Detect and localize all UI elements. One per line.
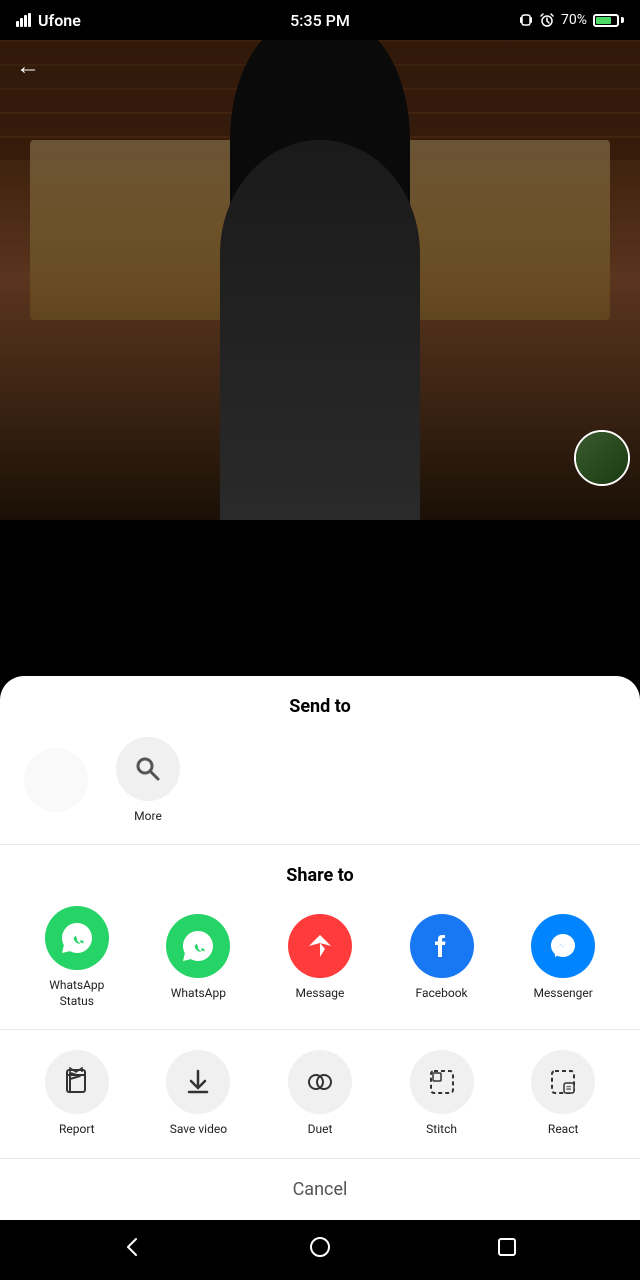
video-background bbox=[0, 40, 640, 520]
android-nav-bar bbox=[0, 1220, 640, 1280]
whatsapp-status-icon bbox=[45, 906, 109, 970]
save-video-label: Save video bbox=[170, 1122, 227, 1138]
message-icon bbox=[288, 914, 352, 978]
whatsapp-status-label: WhatsAppStatus bbox=[49, 978, 104, 1009]
status-icons: 70% bbox=[519, 12, 624, 28]
cancel-button[interactable]: Cancel bbox=[293, 1179, 348, 1200]
share-messenger[interactable]: Messenger bbox=[523, 914, 603, 1002]
carrier-name: Ufone bbox=[38, 11, 81, 30]
report-button[interactable]: Report bbox=[37, 1050, 117, 1138]
save-video-button[interactable]: Save video bbox=[158, 1050, 238, 1138]
save-video-icon bbox=[166, 1050, 230, 1114]
clock: 5:35 PM bbox=[290, 11, 350, 30]
messenger-icon bbox=[531, 914, 595, 978]
duet-button[interactable]: Duet bbox=[280, 1050, 360, 1138]
duet-label: Duet bbox=[308, 1122, 333, 1138]
svg-text:≡: ≡ bbox=[566, 1084, 571, 1094]
back-button[interactable]: ← bbox=[16, 52, 40, 81]
facebook-icon bbox=[410, 914, 474, 978]
stitch-button[interactable]: Stitch bbox=[402, 1050, 482, 1138]
divider-2 bbox=[0, 1029, 640, 1030]
recents-nav-button[interactable] bbox=[496, 1236, 518, 1264]
battery-icon bbox=[593, 14, 624, 27]
back-nav-button[interactable] bbox=[122, 1236, 144, 1264]
share-apps-row: WhatsAppStatus WhatsApp Message bbox=[0, 906, 640, 1009]
stitch-label: Stitch bbox=[426, 1122, 457, 1138]
action-buttons-row: Report Save video Duet bbox=[0, 1050, 640, 1138]
status-bar: Ufone 5:35 PM 70% bbox=[0, 0, 640, 40]
react-button[interactable]: ≡ React bbox=[523, 1050, 603, 1138]
search-icon bbox=[132, 753, 164, 785]
react-icon: ≡ bbox=[531, 1050, 595, 1114]
stitch-icon bbox=[410, 1050, 474, 1114]
duet-icon bbox=[288, 1050, 352, 1114]
more-button[interactable]: More bbox=[108, 737, 188, 825]
report-icon bbox=[45, 1050, 109, 1114]
facebook-label: Facebook bbox=[416, 986, 468, 1002]
battery-pct: 70% bbox=[561, 12, 587, 28]
more-icon-circle bbox=[116, 737, 180, 801]
partial-icon[interactable] bbox=[24, 748, 88, 812]
cancel-row: Cancel bbox=[0, 1158, 640, 1200]
bottom-sheet: Send to More Share to bbox=[0, 676, 640, 1220]
home-nav-button[interactable] bbox=[309, 1236, 331, 1264]
react-label: React bbox=[548, 1122, 579, 1138]
carrier-signal: Ufone bbox=[16, 11, 81, 30]
divider-1 bbox=[0, 844, 640, 845]
avatar-thumbnail bbox=[574, 430, 630, 486]
whatsapp-label: WhatsApp bbox=[171, 986, 226, 1002]
send-to-icons-row: More bbox=[0, 737, 640, 825]
report-label: Report bbox=[59, 1122, 95, 1138]
share-whatsapp[interactable]: WhatsApp bbox=[158, 914, 238, 1002]
whatsapp-icon bbox=[166, 914, 230, 978]
share-facebook[interactable]: Facebook bbox=[402, 914, 482, 1002]
share-whatsapp-status[interactable]: WhatsAppStatus bbox=[37, 906, 117, 1009]
more-label: More bbox=[134, 809, 162, 825]
messenger-label: Messenger bbox=[533, 986, 592, 1002]
message-label: Message bbox=[296, 986, 345, 1002]
share-to-title: Share to bbox=[0, 865, 640, 886]
share-message[interactable]: Message bbox=[280, 914, 360, 1002]
send-to-title: Send to bbox=[0, 696, 640, 717]
